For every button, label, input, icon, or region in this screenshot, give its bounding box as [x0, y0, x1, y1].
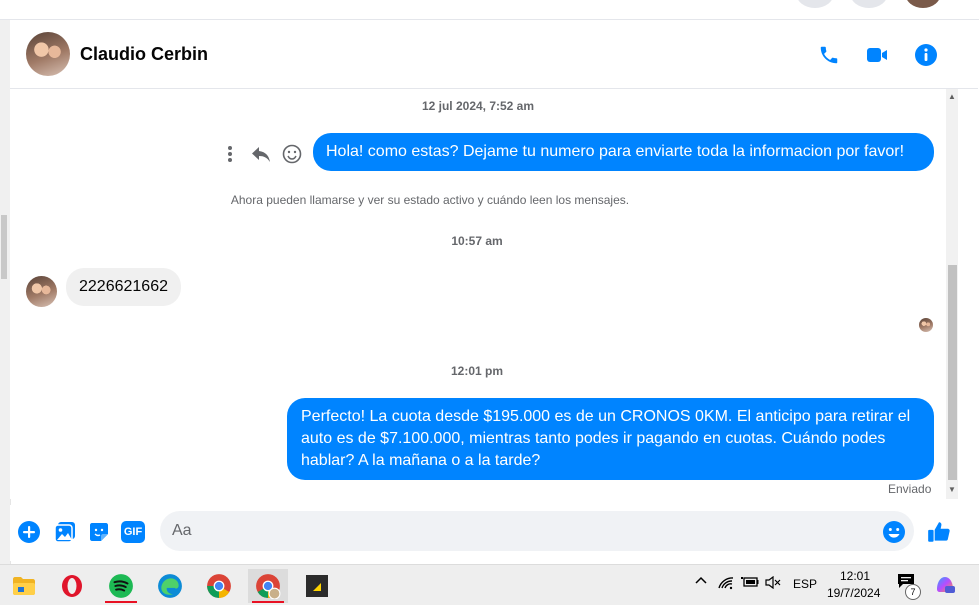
- contact-avatar[interactable]: [26, 276, 57, 307]
- message-scrollbar-thumb[interactable]: [948, 265, 957, 480]
- message-status: Enviado: [888, 482, 932, 496]
- clock-date[interactable]: 19/7/2024: [827, 586, 880, 600]
- voice-call-button[interactable]: [814, 40, 844, 70]
- scroll-up-arrow[interactable]: ▲: [946, 91, 958, 103]
- emoji-button[interactable]: [881, 519, 907, 545]
- message-input[interactable]: [160, 511, 914, 551]
- message-timestamp: 12:01 pm: [450, 364, 504, 378]
- notifications-button[interactable]: 7: [897, 573, 921, 600]
- plus-circle-icon: [18, 521, 40, 543]
- notification-count-badge: 7: [905, 584, 921, 600]
- sticky-notes-app[interactable]: [297, 569, 337, 603]
- gif-button[interactable]: GIF: [120, 519, 146, 545]
- image-icon: [54, 522, 75, 543]
- message-timestamp: 10:57 am: [451, 234, 503, 248]
- active-indicator: [252, 601, 284, 603]
- more-options-icon[interactable]: [218, 142, 242, 166]
- gif-icon: GIF: [121, 521, 145, 543]
- browser-top-strip: [0, 0, 979, 20]
- spotify-app[interactable]: [101, 569, 141, 603]
- show-hidden-icons-chevron-icon[interactable]: [694, 574, 708, 589]
- volume-muted-icon[interactable]: [765, 575, 781, 592]
- message-composer: GIF: [10, 505, 978, 561]
- wifi-icon[interactable]: [718, 576, 734, 593]
- incoming-message[interactable]: 2226621662: [66, 268, 181, 306]
- more-actions-button[interactable]: [16, 519, 42, 545]
- conversation-info-button[interactable]: [911, 40, 941, 70]
- sticky-notes-icon: [306, 575, 328, 597]
- battery-icon[interactable]: [741, 576, 759, 591]
- react-emoji-icon[interactable]: [280, 142, 304, 166]
- message-timestamp: 12 jul 2024, 7:52 am: [421, 99, 535, 113]
- info-icon: [915, 44, 937, 66]
- chrome-profile-icon: [256, 574, 281, 599]
- page-scrollbar-thumb[interactable]: [1, 215, 7, 279]
- system-notice: Ahora pueden llamarse y ver su estado ac…: [230, 193, 630, 207]
- input-language[interactable]: ESP: [793, 577, 817, 591]
- chrome-app[interactable]: [199, 569, 239, 603]
- spotify-icon: [109, 574, 133, 598]
- sticker-button[interactable]: [86, 519, 112, 545]
- chrome-icon: [207, 574, 231, 598]
- top-round-button[interactable]: [850, 0, 888, 8]
- scroll-down-arrow[interactable]: ▼: [946, 484, 958, 496]
- thumbs-up-icon: [928, 522, 950, 542]
- video-call-button[interactable]: [862, 40, 892, 70]
- clock-time[interactable]: 12:01: [840, 569, 870, 583]
- profile-avatar[interactable]: [905, 0, 941, 8]
- reply-icon[interactable]: [249, 142, 273, 166]
- edge-icon: [158, 574, 182, 598]
- like-button[interactable]: [924, 517, 954, 547]
- gif-label: GIF: [123, 526, 143, 538]
- sticker-icon: [90, 523, 108, 541]
- chrome-profile-app[interactable]: [248, 569, 288, 603]
- edge-app[interactable]: [150, 569, 190, 603]
- attach-photo-button[interactable]: [52, 519, 78, 545]
- opera-icon: [62, 575, 82, 597]
- smiley-icon: [883, 521, 905, 543]
- contact-name[interactable]: Claudio Cerbin: [80, 44, 208, 65]
- chat-header: Claudio Cerbin: [10, 20, 978, 89]
- seen-avatar: [919, 318, 933, 332]
- phone-icon: [820, 46, 838, 64]
- folder-icon: [13, 577, 35, 595]
- message-list[interactable]: 12 jul 2024, 7:52 am Hola! como estas? D…: [10, 89, 946, 499]
- contact-avatar[interactable]: [26, 32, 70, 76]
- video-camera-icon: [867, 48, 887, 62]
- outgoing-message[interactable]: Perfecto! La cuota desde $195.000 es de …: [287, 398, 934, 480]
- opera-app[interactable]: [52, 569, 92, 603]
- file-explorer-app[interactable]: [4, 569, 44, 603]
- copilot-icon[interactable]: [934, 573, 956, 598]
- taskbar: ESP 12:01 19/7/2024 7: [0, 564, 979, 605]
- outgoing-message[interactable]: Hola! como estas? Dejame tu numero para …: [313, 133, 934, 171]
- active-indicator: [105, 601, 137, 603]
- top-round-button[interactable]: [796, 0, 834, 8]
